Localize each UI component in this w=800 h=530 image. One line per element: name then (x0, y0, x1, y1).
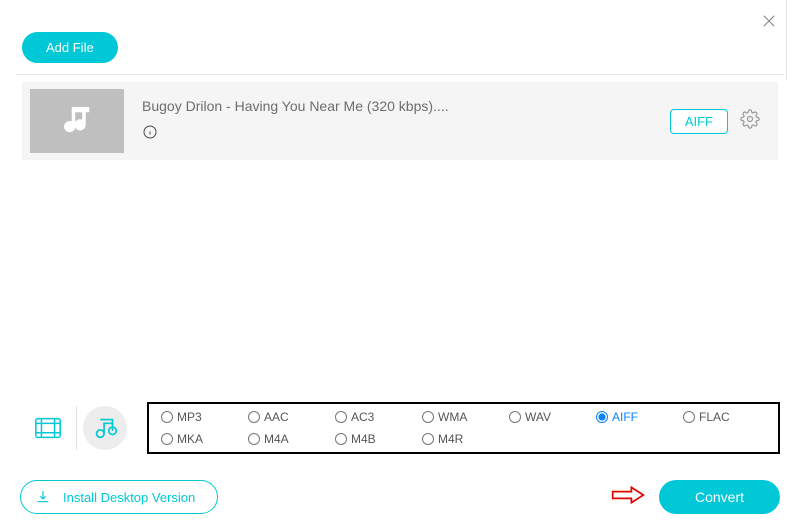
format-option[interactable]: M4B (335, 432, 418, 446)
format-option (596, 432, 679, 446)
install-desktop-label: Install Desktop Version (63, 490, 195, 505)
file-row: Bugoy Drilon - Having You Near Me (320 k… (22, 82, 778, 160)
format-option (509, 432, 592, 446)
convert-button[interactable]: Convert (659, 480, 780, 514)
current-format-badge[interactable]: AIFF (670, 109, 728, 134)
arrow-annotation (611, 485, 645, 510)
format-options-box: MP3 AAC AC3 WMA WAV AIFF FLAC MKA M4A M4B M4R (147, 402, 780, 454)
divider (16, 74, 784, 75)
format-label: M4B (351, 432, 376, 446)
info-icon[interactable] (142, 124, 670, 145)
tab-audio[interactable] (77, 401, 133, 455)
format-option[interactable]: M4A (248, 432, 331, 446)
format-option[interactable]: AAC (248, 410, 331, 424)
format-option[interactable]: AC3 (335, 410, 418, 424)
format-label: M4A (264, 432, 289, 446)
scrollbar-track[interactable] (786, 0, 800, 80)
format-option[interactable]: WMA (422, 410, 505, 424)
format-label: FLAC (699, 410, 730, 424)
format-panel: MP3 AAC AC3 WMA WAV AIFF FLAC MKA M4A M4B M4R (20, 396, 780, 460)
audio-thumbnail (30, 89, 124, 153)
format-label: AIFF (612, 410, 638, 424)
file-title: Bugoy Drilon - Having You Near Me (320 k… (142, 98, 670, 114)
gear-icon[interactable] (740, 109, 760, 134)
format-label: MP3 (177, 410, 202, 424)
install-desktop-button[interactable]: Install Desktop Version (20, 480, 218, 514)
format-label: M4R (438, 432, 463, 446)
format-label: WAV (525, 410, 551, 424)
format-option[interactable]: MKA (161, 432, 244, 446)
download-icon (35, 489, 51, 505)
format-option[interactable]: MP3 (161, 410, 244, 424)
format-label: MKA (177, 432, 203, 446)
tab-video[interactable] (20, 401, 76, 455)
format-option[interactable]: M4R (422, 432, 505, 446)
format-option (683, 432, 766, 446)
close-icon[interactable] (760, 12, 778, 35)
format-option[interactable]: FLAC (683, 410, 766, 424)
add-file-button[interactable]: Add File (22, 32, 118, 63)
format-label: AAC (264, 410, 289, 424)
format-option[interactable]: WAV (509, 410, 592, 424)
format-option[interactable]: AIFF (596, 410, 679, 424)
format-label: WMA (438, 410, 467, 424)
format-label: AC3 (351, 410, 374, 424)
